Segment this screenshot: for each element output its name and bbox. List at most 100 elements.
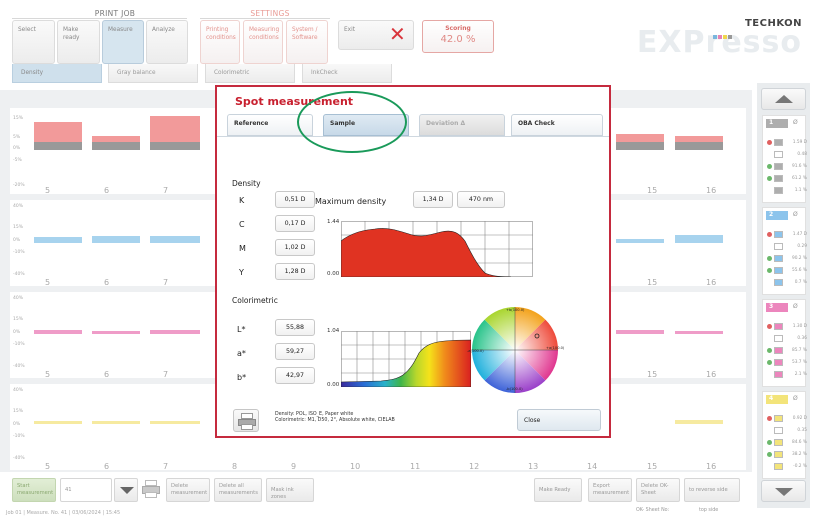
summary-row: 0.36: [767, 334, 807, 343]
status-dot-icon: [767, 232, 772, 237]
color-swatch-icon: [774, 463, 783, 470]
ink-zone-bar[interactable]: [150, 236, 200, 243]
summary-value: 0.92 D: [792, 416, 807, 421]
logo-squares-icon: [712, 24, 732, 39]
zone-number: 15: [647, 186, 658, 195]
mask-ink-zones-button[interactable]: Mask ink zones: [266, 478, 314, 502]
ink-zone-bar[interactable]: [92, 421, 140, 424]
start-measurement-button[interactable]: Start measurement: [12, 478, 56, 502]
settings-group-title: SETTINGS: [250, 9, 290, 18]
ink-zone-bar[interactable]: [616, 239, 664, 243]
measuring-conditions-button[interactable]: Measuring conditions: [243, 20, 283, 64]
delete-measurement-button[interactable]: Delete measurement: [166, 478, 210, 502]
ink-zone-bar[interactable]: [92, 331, 140, 334]
spectral-chart-ymax: 1.04: [327, 328, 340, 334]
ink-zone-bar[interactable]: [150, 330, 200, 334]
density-chart-ymin: 0.00: [327, 271, 340, 277]
tab-colorimetric[interactable]: Colorimetric: [205, 64, 295, 83]
print-button[interactable]: [233, 409, 259, 432]
select-button[interactable]: Select: [12, 20, 55, 64]
status-dot-icon: [767, 440, 772, 445]
summary-row: 90.2 %: [767, 254, 807, 263]
ink-summary-card[interactable]: 1 Ø 1.59 D 0.48 91.6 % 61.2 % 1.1 %: [762, 115, 807, 203]
ink-number: 4: [769, 395, 774, 402]
color-swatch-icon: [774, 255, 783, 262]
ink-number-badge: 2: [766, 211, 788, 220]
ink-zone-bar[interactable]: [616, 330, 664, 334]
summary-value: 0.48: [797, 152, 807, 157]
ink-zone-bar[interactable]: [34, 237, 82, 243]
color-swatch-icon: [774, 335, 783, 342]
ink-zone-bar[interactable]: [150, 142, 200, 150]
ink-summary-card[interactable]: 3 Ø 1.30 D 0.36 85.7 % 53.7 % 2.1 %: [762, 299, 807, 387]
ink-zone-bar[interactable]: [675, 142, 723, 150]
ink-summary-card[interactable]: 2 Ø 1.47 D 0.29 90.2 % 55.6 % 0.7 %: [762, 207, 807, 295]
ink-number-badge: 4: [766, 395, 788, 404]
sheet-dropdown-button[interactable]: [114, 478, 138, 502]
ink-zone-bar[interactable]: [92, 236, 140, 243]
zone-number: 10: [350, 462, 361, 471]
reverse-side-button[interactable]: to reverse side: [684, 478, 740, 502]
ink-zone-bar[interactable]: [616, 142, 664, 150]
export-measurement-button[interactable]: Export measurement: [588, 478, 632, 502]
color-swatch-icon: [774, 347, 783, 354]
ink-zone-bar[interactable]: [34, 330, 82, 334]
system-software-button[interactable]: System / Software: [286, 20, 328, 64]
tab-oba-check[interactable]: OBA Check: [511, 114, 603, 136]
chevron-down-icon: [120, 487, 134, 494]
measure-button[interactable]: Measure: [102, 20, 144, 64]
bottom-toolbar: Start measurement 41 Delete measurement …: [0, 478, 752, 512]
ink-zone-bar[interactable]: [92, 142, 140, 150]
ink-zone-bar[interactable]: [150, 421, 200, 424]
summary-row: 0.29: [767, 242, 807, 251]
make-ready-bottom-button[interactable]: Make Ready: [534, 478, 582, 502]
axis-label: 15%: [13, 409, 24, 414]
axis-label: 40%: [13, 388, 24, 393]
printer-icon[interactable]: [142, 480, 162, 500]
lab-channel-label: L*: [237, 325, 246, 334]
color-swatch-icon: [774, 427, 783, 434]
tab-gray-balance[interactable]: Gray balance: [108, 64, 198, 83]
ink-zone-bar[interactable]: [675, 235, 723, 243]
status-dot-icon: [767, 140, 772, 145]
scoring-label: Scoring: [445, 25, 471, 32]
max-density-value: 1,34 D: [413, 191, 453, 208]
logo-product: EXPresso: [636, 25, 802, 60]
ink-zone-bar[interactable]: [675, 420, 723, 424]
printing-conditions-button[interactable]: Printing conditions: [200, 20, 240, 64]
analyze-button[interactable]: Analyze: [146, 20, 188, 64]
summary-value: 0.7 %: [794, 280, 807, 285]
ink-zone-bar[interactable]: [34, 421, 82, 424]
color-swatch-icon: [774, 439, 783, 446]
tab-deviation[interactable]: Deviation Δ: [419, 114, 505, 136]
delete-all-measurements-button[interactable]: Delete all measurements: [214, 478, 262, 502]
tab-density[interactable]: Density: [12, 64, 102, 83]
ink-summary-card[interactable]: 4 Ø 0.92 D 0.35 84.6 % 38.2 % -0.2 %: [762, 391, 807, 479]
exit-button[interactable]: Exit ✕: [338, 20, 414, 50]
lab-value: 42,97: [275, 367, 315, 384]
close-button[interactable]: Close: [517, 409, 601, 431]
lab-value: 55,88: [275, 319, 315, 336]
zone-number: 5: [45, 278, 51, 287]
scroll-up-button[interactable]: [761, 88, 806, 110]
wheel-label-left: -a(100.0): [467, 349, 484, 353]
zone-number: 5: [45, 370, 51, 379]
zone-number: 6: [104, 186, 110, 195]
density-chart-ymax: 1.44: [327, 219, 340, 225]
status-dot-icon: [767, 360, 772, 365]
ink-zone-bar[interactable]: [675, 331, 723, 334]
color-swatch-icon: [774, 415, 783, 422]
density-channel-label: M: [239, 244, 246, 253]
tab-inkcheck[interactable]: InkCheck: [302, 64, 392, 83]
summary-row: 1.1 %: [767, 186, 807, 195]
zone-number: 8: [232, 462, 238, 471]
scroll-down-button[interactable]: [761, 480, 806, 502]
color-swatch-icon: [774, 371, 783, 378]
make-ready-button[interactable]: Make ready: [57, 20, 100, 64]
zone-number: 7: [163, 462, 169, 471]
lab-channel-label: a*: [237, 349, 246, 358]
ink-zone-bar[interactable]: [34, 142, 82, 150]
delete-ok-sheet-button[interactable]: Delete OK-Sheet: [636, 478, 680, 502]
summary-value: 0.36: [797, 336, 807, 341]
sheet-number-field[interactable]: 41: [60, 478, 112, 502]
